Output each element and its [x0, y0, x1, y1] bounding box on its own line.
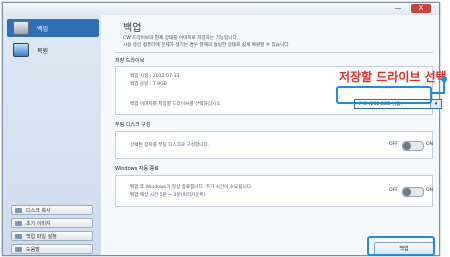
sidebar: 백업 복원 디스크 복사 초기 이미지 백업 파일 설정 도움말 — [3, 15, 102, 255]
close-button[interactable]: X — [411, 4, 431, 13]
windows-shutdown-toggle[interactable]: OFF ON — [389, 186, 435, 197]
shutdown-line: 백업 예상 시간 5분 ~ 2분(미리카운트) — [130, 193, 206, 198]
windows-shutdown-heading: Windows 자동 종료 — [115, 166, 159, 172]
sidebar-item-label: 백업 — [37, 25, 49, 33]
sidebar-item-label: 복원 — [37, 47, 49, 55]
boot-disk-toggle[interactable]: OFF ON — [389, 140, 435, 151]
initial-image-icon — [15, 221, 22, 226]
shutdown-line: 백업 후 Windows가 정상 종료합니다. 추가 시간이 소요됩니다. — [130, 185, 253, 190]
boot-disk-heading: 부팅 디스크 구성 — [115, 122, 151, 128]
restore-drive-icon — [13, 43, 29, 57]
save-drive-heading: 저장 드라이브 — [115, 58, 145, 64]
button-highlight-box — [367, 236, 435, 256]
title-bar: — X — [3, 3, 439, 15]
pointer-line — [443, 80, 445, 94]
description-line: 사용 중인 컴퓨터에 문제가 생기는 경우 현재의 동일한 상태로 쉽게 복원할… — [123, 43, 290, 48]
toggle-off-label: OFF — [389, 188, 398, 193]
disk-copy-icon — [15, 208, 22, 213]
tool-label: 초기 이미지 — [26, 221, 51, 227]
page-description: CW 드라이브의 현재 상태를 이미지로 저장하는 기능입니다. 사용 중인 컴… — [123, 35, 423, 49]
sidebar-item-restore[interactable]: 복원 — [7, 41, 99, 59]
main-panel: 백업 CW 드라이브의 현재 상태를 이미지로 저장하는 기능입니다. 사용 중… — [101, 15, 442, 256]
backup-settings-icon — [15, 234, 22, 239]
toggle-on-label: ON — [426, 142, 434, 147]
backup-date: 백업 시점 : 2012-07-13 — [130, 74, 180, 79]
page-title: 백업 — [123, 23, 142, 34]
toggle-track — [402, 187, 424, 197]
callout-text: 저장할 드라이브 선택 — [339, 70, 447, 84]
pointer-line — [430, 92, 444, 94]
divider — [115, 52, 433, 53]
app-window: — X 백업 복원 디스크 복사 초기 이미지 백업 파일 설정 도움말 백업 — [2, 2, 442, 256]
description-line: CW 드라이브의 현재 상태를 이미지로 저장하는 기능입니다. — [123, 36, 239, 41]
tool-label: 백업 파일 설정 — [26, 234, 57, 240]
sidebar-item-backup[interactable]: 백업 — [7, 19, 99, 37]
minimize-button[interactable]: — — [391, 4, 405, 13]
drive-highlight-box — [336, 86, 432, 104]
toggle-knob — [403, 142, 411, 150]
backup-drive-icon — [13, 21, 29, 35]
backup-settings-button[interactable]: 백업 파일 설정 — [11, 231, 93, 241]
toggle-track — [402, 141, 424, 151]
pointer-dot-icon — [441, 76, 447, 82]
windows-shutdown-box: 백업 후 Windows가 정상 종료합니다. 추가 시간이 소요됩니다. 백업… — [115, 175, 433, 207]
drive-instruction: 백업 이미지를 저장할 드라이브를 선택하십시오. — [130, 102, 222, 107]
disk-copy-button[interactable]: 디스크 복사 — [11, 205, 93, 215]
boot-disk-description: 선택된 장치를 부팅 디스크로 구성합니다. — [130, 143, 210, 148]
backup-size: 백업 용량 : 7.9GB — [130, 82, 167, 87]
initial-image-button[interactable]: 초기 이미지 — [11, 218, 93, 228]
toggle-on-label: ON — [426, 188, 434, 193]
tool-label: 도움말 — [26, 247, 40, 253]
tool-label: 디스크 복사 — [26, 208, 51, 214]
help-button[interactable]: 도움말 — [11, 244, 93, 254]
toggle-off-label: OFF — [389, 142, 398, 147]
toggle-knob — [403, 188, 411, 196]
help-icon — [15, 247, 22, 252]
boot-disk-box: 선택된 장치를 부팅 디스크로 구성합니다. OFF ON — [115, 131, 433, 159]
